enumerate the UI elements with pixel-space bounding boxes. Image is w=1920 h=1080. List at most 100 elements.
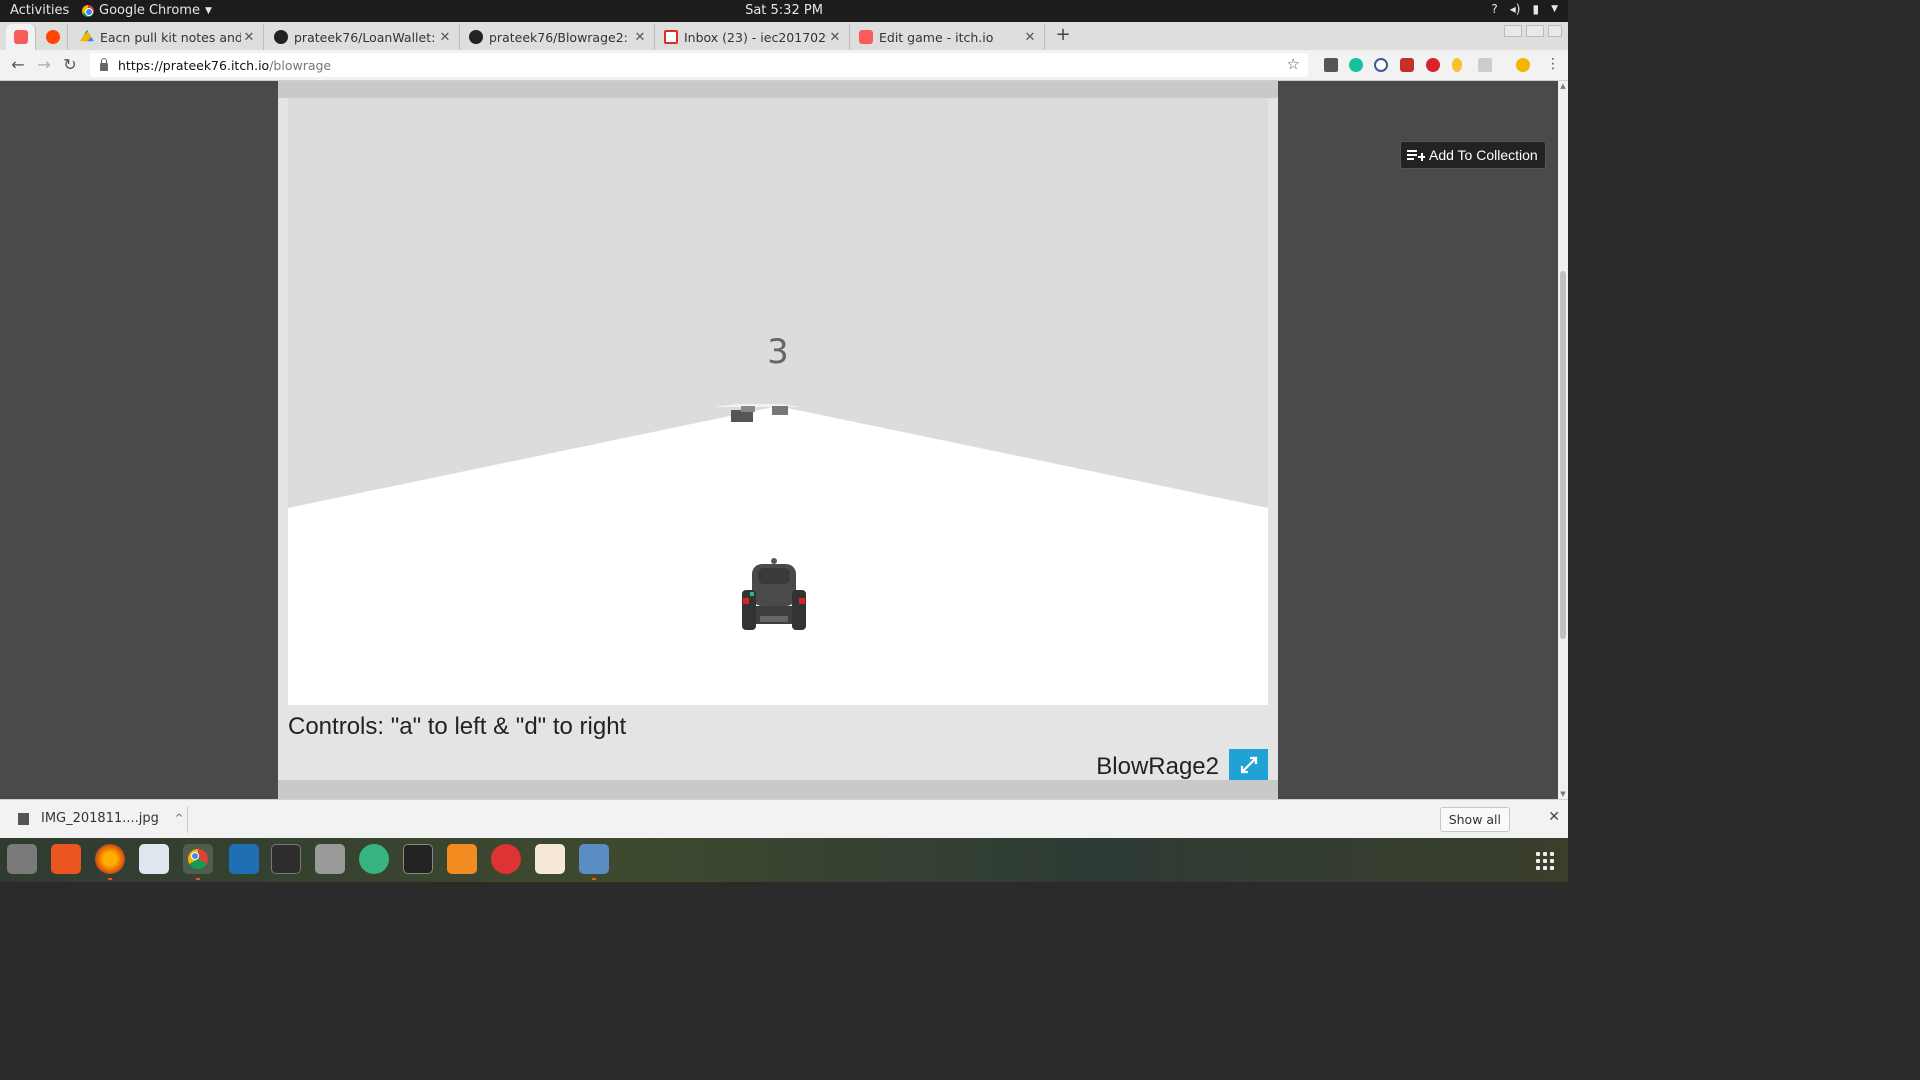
software-center-icon[interactable]	[51, 844, 81, 874]
menu-kebab-icon[interactable]: ⋮	[1546, 56, 1560, 72]
reddit-icon	[45, 30, 60, 44]
show-all-button[interactable]: Show all	[1439, 807, 1510, 832]
fullscreen-button[interactable]	[1229, 749, 1268, 780]
page-content: 3 Controls: "a" to left & "d" to right B…	[0, 81, 1558, 799]
atom-icon[interactable]	[359, 844, 389, 874]
add-to-collection-label: Add To Collection	[1429, 147, 1538, 163]
battery-icon: ▮	[1532, 2, 1540, 16]
game-embed-panel: 3 Controls: "a" to left & "d" to right B…	[278, 81, 1278, 799]
sublime-text-icon[interactable]	[447, 844, 477, 874]
tab-edit-game[interactable]: Edit game - itch.io ✕	[851, 24, 1045, 50]
road-horizon	[713, 404, 803, 407]
grammarly-icon[interactable]	[1349, 58, 1363, 72]
lightbulb-icon[interactable]	[1452, 58, 1462, 72]
tab-strip: Eacn pull kit notes and so ✕ prateek76/L…	[0, 22, 1568, 50]
profile-avatar-icon[interactable]	[1516, 58, 1530, 72]
clock[interactable]: Sat 5:32 PM	[0, 3, 1568, 18]
url-host: https://prateek76.itch.io	[118, 57, 270, 73]
scroll-up-icon[interactable]: ▲	[1558, 82, 1568, 90]
show-applications-icon[interactable]	[1536, 852, 1554, 870]
panel-top-strip	[278, 81, 1278, 98]
camera-icon[interactable]	[315, 844, 345, 874]
panel-bottom-strip	[278, 780, 1278, 799]
close-icon[interactable]: ✕	[241, 30, 257, 45]
system-tray[interactable]: ? ◂) ▮ ▼	[1491, 2, 1558, 16]
chrome-icon	[82, 4, 94, 17]
chevron-down-icon: ▼	[1551, 4, 1558, 14]
system-top-bar: Activities Google Chrome ▼ Sat 5:32 PM ?…	[0, 0, 1568, 22]
chevron-up-icon[interactable]: ^	[175, 813, 183, 824]
lock-icon	[100, 58, 108, 71]
maximize-button[interactable]	[1526, 25, 1544, 37]
tab-title: Eacn pull kit notes and so	[100, 29, 241, 45]
reload-icon[interactable]: ↻	[60, 55, 80, 74]
url-path: /blowrage	[269, 57, 332, 73]
address-bar[interactable]: https://prateek76.itch.io/blowrage ☆	[90, 53, 1308, 77]
tab-pinned-itch[interactable]	[6, 24, 36, 50]
files-icon[interactable]	[7, 844, 37, 874]
game-canvas[interactable]: 3	[288, 98, 1268, 705]
video-extension-icon[interactable]	[1400, 58, 1414, 72]
presentation-icon[interactable]	[535, 844, 565, 874]
itch-icon	[13, 30, 28, 44]
scrollbar-thumb[interactable]	[1560, 271, 1566, 639]
document-icon[interactable]	[139, 844, 169, 874]
extension-icon[interactable]	[1478, 58, 1492, 72]
running-indicator	[108, 878, 112, 880]
tab-blowrage2[interactable]: prateek76/Blowrage2: A ✕	[461, 24, 655, 50]
extension-off-icon[interactable]	[1324, 58, 1338, 72]
activities-button[interactable]: Activities	[10, 3, 69, 18]
game-title: BlowRage2	[1096, 753, 1219, 780]
scroll-down-icon[interactable]: ▼	[1558, 790, 1568, 798]
volume-icon: ◂)	[1509, 2, 1521, 16]
game-controls-text: Controls: "a" to left & "d" to right	[288, 713, 627, 740]
system-monitor-icon[interactable]	[271, 844, 301, 874]
gmail-icon	[664, 30, 678, 44]
window-close-button[interactable]	[1548, 25, 1562, 37]
firefox-icon[interactable]	[95, 844, 125, 874]
app-icon[interactable]	[579, 844, 609, 874]
minimize-button[interactable]	[1504, 25, 1522, 37]
terminal-icon[interactable]	[403, 844, 433, 874]
game-scene	[288, 404, 1268, 705]
obstacle-block	[772, 406, 788, 415]
tab-title: Edit game - itch.io	[879, 29, 994, 45]
tab-drive-notes[interactable]: Eacn pull kit notes and so ✕	[72, 24, 264, 50]
close-icon[interactable]: ✕	[827, 30, 843, 45]
close-icon[interactable]: ✕	[632, 30, 648, 45]
chevron-down-icon: ▼	[204, 5, 212, 16]
obstacle-block	[741, 406, 755, 412]
chrome-dock-icon[interactable]	[183, 844, 213, 874]
app-menu[interactable]: Google Chrome ▼	[82, 3, 212, 18]
web-icon[interactable]	[491, 844, 521, 874]
tab-title: prateek76/LoanWallet: W	[294, 29, 437, 45]
bookmark-star-icon[interactable]: ☆	[1287, 55, 1300, 73]
image-file-icon	[18, 812, 29, 825]
tab-loanwallet[interactable]: prateek76/LoanWallet: W ✕	[266, 24, 460, 50]
block-icon[interactable]	[1374, 58, 1388, 72]
tab-pinned-reddit[interactable]	[38, 24, 68, 50]
tab-gmail-inbox[interactable]: Inbox (23) - iec2017029@ ✕	[656, 24, 850, 50]
adblock-icon[interactable]	[1426, 58, 1440, 72]
github-icon	[274, 30, 288, 44]
running-indicator	[196, 878, 200, 880]
forward-icon[interactable]: →	[34, 55, 54, 74]
download-item[interactable]: IMG_201811....jpg ^	[18, 811, 183, 826]
new-tab-button[interactable]: +	[1054, 24, 1072, 45]
download-file-name: IMG_201811....jpg	[41, 811, 159, 826]
downloads-bar: IMG_201811....jpg ^ Show all ✕	[0, 799, 1568, 838]
ubuntu-dock	[0, 838, 1568, 882]
back-icon[interactable]: ←	[8, 55, 28, 74]
countdown-number: 3	[767, 332, 789, 372]
close-icon[interactable]: ✕	[437, 30, 453, 45]
close-icon[interactable]: ✕	[1548, 809, 1560, 825]
tab-title: Inbox (23) - iec2017029@	[684, 29, 827, 45]
url-text: https://prateek76.itch.io/blowrage	[118, 58, 331, 73]
add-to-collection-button[interactable]: Add To Collection	[1400, 141, 1546, 169]
playlist-add-icon	[1407, 148, 1425, 162]
vscode-icon[interactable]	[229, 844, 259, 874]
github-icon	[469, 30, 483, 44]
running-indicator	[592, 878, 596, 880]
close-icon[interactable]: ✕	[1022, 30, 1038, 45]
page-scrollbar[interactable]: ▲ ▼	[1558, 81, 1568, 799]
